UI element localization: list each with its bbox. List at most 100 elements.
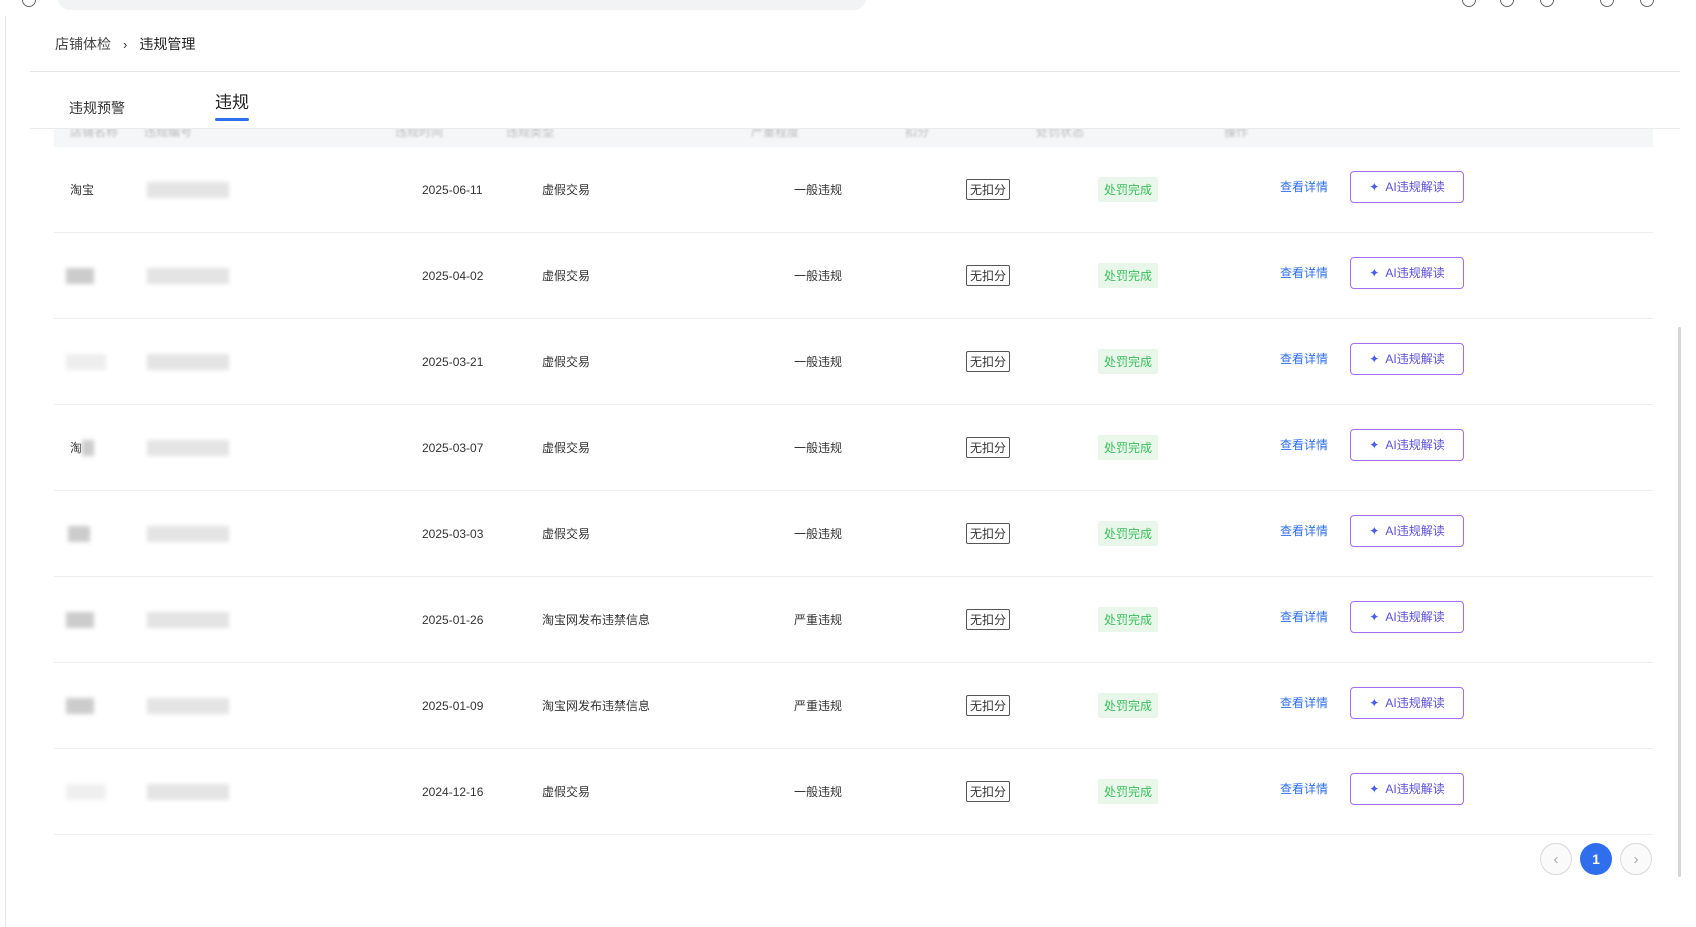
- view-detail-link[interactable]: 查看详情: [1280, 436, 1328, 453]
- status-badge: 处罚完成: [1098, 521, 1159, 546]
- column-header: 处罚状态: [1036, 129, 1085, 139]
- violation-id-redacted: [147, 405, 229, 490]
- violation-type: 淘宝网发布违禁信息: [542, 699, 651, 713]
- browser-action-icon[interactable]: [1640, 0, 1654, 7]
- column-header: 操作: [1224, 129, 1249, 139]
- ai-interpret-button[interactable]: ✦ AI违规解读: [1350, 428, 1464, 461]
- column-header: 扣分: [905, 129, 930, 139]
- pagination: ‹ 1 ›: [1540, 843, 1652, 875]
- severity: 严重违规: [794, 613, 843, 627]
- sparkle-icon: ✦: [1369, 609, 1380, 624]
- table-row: 2025-01-09 淘宝网发布违禁信息 严重违规 无扣分 处罚完成 查看详情 …: [54, 663, 1653, 749]
- violation-date: 2024-12-16: [422, 784, 484, 799]
- severity: 一般违规: [794, 269, 843, 283]
- ai-interpret-button[interactable]: ✦ AI违规解读: [1350, 600, 1464, 633]
- column-header: 严重程度: [751, 129, 800, 139]
- sparkle-icon: ✦: [1369, 265, 1380, 280]
- chevron-right-icon: ›: [123, 36, 128, 52]
- violation-id-redacted: [147, 147, 229, 232]
- table-row: 2025-03-21 虚假交易 一般违规 无扣分 处罚完成 查看详情 ✦ AI违规…: [54, 319, 1653, 405]
- status-badge: 处罚完成: [1098, 435, 1159, 460]
- score-tag: 无扣分: [966, 179, 1011, 200]
- next-page-button[interactable]: ›: [1620, 843, 1652, 875]
- violation-date: 2025-03-03: [422, 526, 484, 541]
- status-badge: 处罚完成: [1098, 607, 1159, 632]
- sparkle-icon: ✦: [1369, 695, 1380, 710]
- divider: [30, 71, 1680, 72]
- severity: 一般违规: [794, 183, 843, 197]
- violation-id-redacted: [147, 577, 229, 662]
- table-row: 淘宝 2025-06-11 虚假交易 一般违规 无扣分 处罚完成 查看详情 ✦ A…: [54, 147, 1653, 233]
- scrollbar[interactable]: [1678, 327, 1681, 877]
- column-header: 店铺名称: [70, 129, 119, 139]
- ai-interpret-button[interactable]: ✦ AI违规解读: [1350, 514, 1464, 547]
- violation-id-redacted: [147, 749, 229, 834]
- violation-date: 2025-03-21: [422, 354, 484, 369]
- table-row: 2025-01-26 淘宝网发布违禁信息 严重违规 无扣分 处罚完成 查看详情 …: [54, 577, 1653, 663]
- prev-page-button[interactable]: ‹: [1540, 843, 1572, 875]
- address-bar[interactable]: [58, 0, 866, 10]
- column-header: 违规时间: [395, 129, 444, 139]
- score-tag: 无扣分: [966, 609, 1011, 630]
- shop-name-cell: 淘: [70, 405, 95, 490]
- browser-action-icon[interactable]: [1500, 0, 1514, 7]
- violation-table: 淘宝 2025-06-11 虚假交易 一般违规 无扣分 处罚完成 查看详情 ✦ A…: [54, 147, 1653, 835]
- breadcrumb-parent[interactable]: 店铺体检: [55, 34, 111, 54]
- view-detail-link[interactable]: 查看详情: [1280, 522, 1328, 539]
- violation-type: 虚假交易: [542, 355, 591, 369]
- view-detail-link[interactable]: 查看详情: [1280, 264, 1328, 281]
- sparkle-icon: ✦: [1369, 523, 1380, 538]
- score-tag: 无扣分: [966, 523, 1011, 544]
- violation-id-redacted: [147, 491, 229, 576]
- view-detail-link[interactable]: 查看详情: [1280, 694, 1328, 711]
- table-row: 淘 2025-03-07 虚假交易 一般违规 无扣分 处罚完成 查看详情 ✦ AI…: [54, 405, 1653, 491]
- browser-action-icon[interactable]: [1540, 0, 1554, 7]
- view-detail-link[interactable]: 查看详情: [1280, 780, 1328, 797]
- severity: 一般违规: [794, 527, 843, 541]
- sparkle-icon: ✦: [1369, 179, 1380, 194]
- score-tag: 无扣分: [966, 351, 1011, 372]
- breadcrumb: 店铺体检 › 违规管理: [55, 34, 195, 54]
- violation-type: 虚假交易: [542, 785, 591, 799]
- violation-type: 淘宝网发布违禁信息: [542, 613, 651, 627]
- ai-interpret-button[interactable]: ✦ AI违规解读: [1350, 256, 1464, 289]
- shop-name-redacted: [66, 319, 106, 404]
- status-badge: 处罚完成: [1098, 177, 1159, 202]
- severity: 严重违规: [794, 699, 843, 713]
- sparkle-icon: ✦: [1369, 351, 1380, 366]
- severity: 一般违规: [794, 785, 843, 799]
- violation-type: 虚假交易: [542, 441, 591, 455]
- violation-date: 2025-04-02: [422, 268, 484, 283]
- shop-name-redacted: [66, 233, 94, 318]
- violation-type: 虚假交易: [542, 183, 591, 197]
- violation-id-redacted: [147, 663, 229, 748]
- tab-violation[interactable]: 违规: [215, 88, 249, 128]
- violation-date: 2025-01-09: [422, 698, 484, 713]
- view-detail-link[interactable]: 查看详情: [1280, 608, 1328, 625]
- reload-icon[interactable]: [22, 0, 36, 7]
- status-badge: 处罚完成: [1098, 263, 1159, 288]
- ai-interpret-button[interactable]: ✦ AI违规解读: [1350, 170, 1464, 203]
- ai-interpret-button[interactable]: ✦ AI违规解读: [1350, 342, 1464, 375]
- shop-name-redacted: [68, 491, 90, 576]
- browser-action-icon[interactable]: [1462, 0, 1476, 7]
- tab-violation-warning[interactable]: 违规预警: [69, 88, 125, 128]
- score-tag: 无扣分: [966, 695, 1011, 716]
- view-detail-link[interactable]: 查看详情: [1280, 178, 1328, 195]
- page-border: [5, 16, 6, 927]
- violation-date: 2025-01-26: [422, 612, 484, 627]
- score-tag: 无扣分: [966, 781, 1011, 802]
- ai-interpret-button[interactable]: ✦ AI违规解读: [1350, 772, 1464, 805]
- browser-action-icon[interactable]: [1600, 0, 1614, 7]
- violation-id-redacted: [147, 233, 229, 318]
- violation-type: 虚假交易: [542, 527, 591, 541]
- page-number-button[interactable]: 1: [1580, 843, 1612, 875]
- ai-interpret-button[interactable]: ✦ AI违规解读: [1350, 686, 1464, 719]
- status-badge: 处罚完成: [1098, 693, 1159, 718]
- severity: 一般违规: [794, 441, 843, 455]
- view-detail-link[interactable]: 查看详情: [1280, 350, 1328, 367]
- violation-type: 虚假交易: [542, 269, 591, 283]
- shop-name-redacted: [66, 577, 94, 662]
- browser-toolbar: [0, 0, 1696, 16]
- score-tag: 无扣分: [966, 265, 1011, 286]
